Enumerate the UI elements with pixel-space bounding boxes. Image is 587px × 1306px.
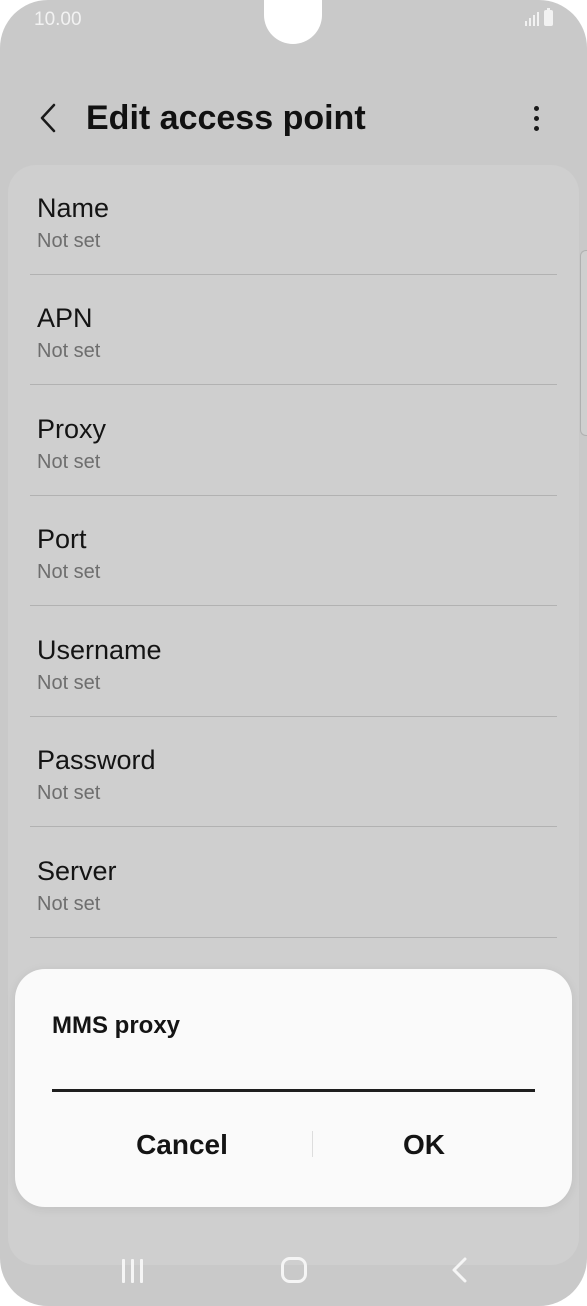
setting-label: Port (37, 524, 87, 554)
setting-value: Not set (37, 340, 101, 362)
ok-button[interactable]: OK (313, 1119, 535, 1171)
setting-item-port[interactable]: Port Not set (30, 496, 557, 606)
setting-value: Not set (37, 451, 101, 473)
back-icon (452, 1257, 467, 1283)
setting-item-name[interactable]: Name Not set (30, 165, 557, 275)
setting-label: Username (37, 635, 162, 665)
scrollbar[interactable] (580, 250, 587, 436)
setting-item-server[interactable]: Server Not set (30, 828, 557, 938)
divider (30, 605, 557, 606)
setting-item-apn[interactable]: APN Not set (30, 275, 557, 385)
setting-value: Not set (37, 230, 101, 252)
home-button[interactable] (281, 1257, 307, 1283)
status-time: 10.00 (34, 9, 82, 30)
setting-label: Password (37, 745, 156, 775)
more-options-button[interactable] (518, 98, 554, 138)
divider (30, 937, 557, 938)
phone-screen: 10.00 Edit access point Name Not set APN… (0, 0, 587, 1306)
page-title: Edit access point (86, 99, 366, 137)
setting-value: Not set (37, 893, 101, 915)
chevron-left-icon (40, 103, 56, 133)
navigation-bar (0, 1240, 587, 1306)
setting-value: Not set (37, 782, 101, 804)
setting-label: Proxy (37, 414, 107, 444)
setting-label: Name (37, 193, 110, 223)
signal-icon (525, 10, 539, 26)
setting-value: Not set (37, 672, 101, 694)
back-button[interactable] (30, 98, 66, 138)
setting-item-username[interactable]: Username Not set (30, 607, 557, 717)
mms-proxy-dialog: MMS proxy Cancel OK (15, 969, 572, 1207)
recent-apps-icon (121, 1259, 125, 1283)
setting-item-password[interactable]: Password Not set (30, 717, 557, 827)
nav-back-button[interactable] (445, 1254, 475, 1286)
divider (30, 384, 557, 385)
camera-notch (264, 0, 322, 44)
setting-value: Not set (37, 561, 101, 583)
more-vertical-icon (533, 105, 539, 111)
setting-label: APN (37, 303, 93, 333)
setting-label: Server (37, 856, 117, 886)
dialog-title: MMS proxy (52, 1012, 181, 1039)
app-bar: Edit access point (0, 88, 587, 150)
mms-proxy-input[interactable] (52, 1051, 535, 1092)
battery-icon (544, 8, 553, 26)
status-icons (525, 8, 553, 26)
divider (30, 826, 557, 827)
recent-apps-button[interactable] (112, 1256, 152, 1286)
cancel-button[interactable]: Cancel (52, 1119, 312, 1171)
setting-item-proxy[interactable]: Proxy Not set (30, 386, 557, 496)
